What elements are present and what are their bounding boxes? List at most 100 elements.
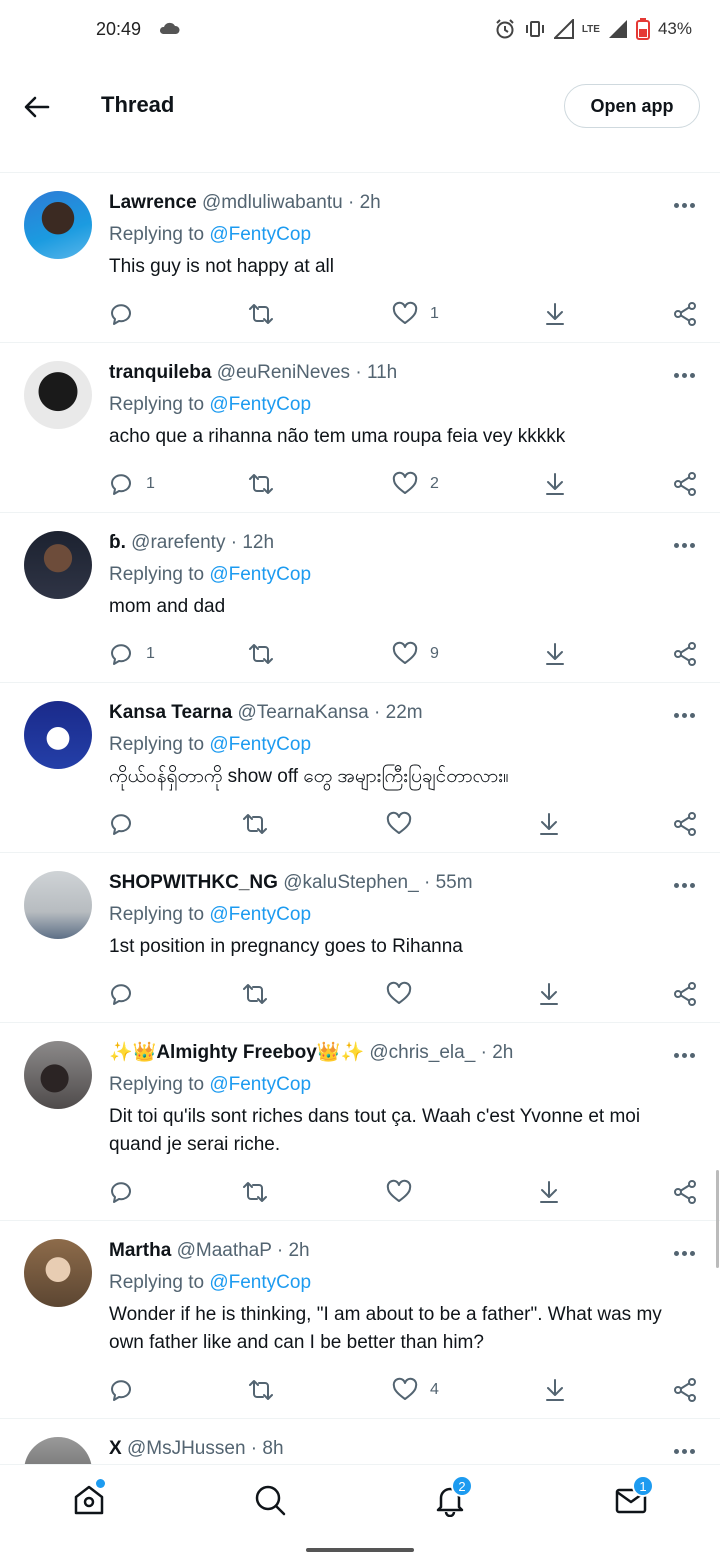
- timestamp[interactable]: 2h: [492, 1042, 513, 1063]
- avatar[interactable]: [24, 701, 92, 769]
- reply-count: 1: [146, 475, 155, 492]
- retweet-button[interactable]: [242, 809, 268, 839]
- tweet-header: Kansa Tearna @TearnaKansa · 22m: [109, 699, 696, 727]
- download-button[interactable]: [536, 979, 562, 1009]
- tweet-item[interactable]: Kansa Tearna @TearnaKansa · 22m Replying …: [0, 682, 720, 852]
- tweet-item[interactable]: ɓ. @rarefenty · 12h Replying to @FentyCop…: [0, 512, 720, 682]
- avatar[interactable]: [24, 871, 92, 939]
- share-button[interactable]: [672, 299, 698, 329]
- reply-button[interactable]: [108, 1177, 146, 1207]
- tweet-item[interactable]: SHOPWITHKC_NG @kaluStephen_ · 55m Replyin…: [0, 852, 720, 1022]
- share-button[interactable]: [672, 809, 698, 839]
- reply-button[interactable]: [108, 1375, 146, 1405]
- mention-link[interactable]: @FentyCop: [209, 394, 311, 415]
- retweet-button[interactable]: [248, 299, 274, 329]
- user-handle[interactable]: @MaathaP: [177, 1240, 272, 1261]
- more-options-icon[interactable]: [674, 1251, 696, 1257]
- download-button[interactable]: [542, 1375, 568, 1405]
- more-options-icon[interactable]: [674, 1053, 696, 1059]
- timestamp[interactable]: 55m: [436, 872, 473, 893]
- mention-link[interactable]: @FentyCop: [209, 224, 311, 245]
- share-button[interactable]: [672, 469, 698, 499]
- user-handle[interactable]: @MsJHussen: [127, 1438, 246, 1459]
- retweet-button[interactable]: [248, 639, 274, 669]
- display-name[interactable]: tranquileba: [109, 362, 211, 383]
- timestamp[interactable]: 11h: [367, 362, 397, 383]
- display-name[interactable]: Kansa Tearna: [109, 702, 232, 723]
- like-button[interactable]: [386, 979, 424, 1009]
- mention-link[interactable]: @FentyCop: [209, 1074, 311, 1095]
- user-handle[interactable]: @rarefenty: [131, 532, 225, 553]
- tweet-item[interactable]: tranquileba @euReniNeves · 11h Replying t…: [0, 342, 720, 512]
- tweet-actions: 4: [0, 1375, 720, 1405]
- share-button[interactable]: [672, 1375, 698, 1405]
- like-button[interactable]: [386, 1177, 424, 1207]
- display-name[interactable]: X: [109, 1438, 122, 1459]
- download-button[interactable]: [542, 299, 568, 329]
- timestamp[interactable]: 2h: [288, 1240, 309, 1261]
- download-button[interactable]: [542, 639, 568, 669]
- reply-button[interactable]: [108, 809, 146, 839]
- more-options-icon[interactable]: [674, 373, 696, 379]
- more-options-icon[interactable]: [674, 713, 696, 719]
- download-button[interactable]: [536, 809, 562, 839]
- avatar[interactable]: [24, 1041, 92, 1109]
- tweet-item[interactable]: Lawrence @mdluliwabantu · 2h Replying to …: [0, 172, 720, 342]
- avatar[interactable]: [24, 1239, 92, 1307]
- display-name[interactable]: Lawrence: [109, 192, 197, 213]
- nav-notifications[interactable]: 2: [433, 1475, 473, 1518]
- retweet-button[interactable]: [248, 469, 274, 499]
- open-app-button[interactable]: Open app: [564, 84, 700, 128]
- tweet-item[interactable]: ✨👑Almighty Freeboy👑✨ @chris_ela_ · 2h Rep…: [0, 1022, 720, 1220]
- gesture-bar[interactable]: [306, 1548, 414, 1552]
- timestamp[interactable]: 8h: [262, 1438, 283, 1459]
- like-button[interactable]: 2: [392, 469, 439, 499]
- more-options-icon[interactable]: [674, 1449, 696, 1455]
- reply-button[interactable]: [108, 299, 146, 329]
- download-button[interactable]: [542, 469, 568, 499]
- share-button[interactable]: [672, 979, 698, 1009]
- mention-link[interactable]: @FentyCop: [209, 1272, 311, 1293]
- avatar[interactable]: [24, 531, 92, 599]
- retweet-icon: [248, 641, 274, 667]
- mention-link[interactable]: @FentyCop: [209, 904, 311, 925]
- like-button[interactable]: 1: [392, 299, 439, 329]
- nav-search[interactable]: [253, 1483, 287, 1517]
- user-handle[interactable]: @kaluStephen_: [283, 872, 419, 893]
- reply-button[interactable]: [108, 979, 146, 1009]
- display-name[interactable]: Martha: [109, 1240, 171, 1261]
- timestamp[interactable]: 22m: [386, 702, 423, 723]
- like-button[interactable]: 9: [392, 639, 439, 669]
- share-button[interactable]: [672, 1177, 698, 1207]
- retweet-button[interactable]: [242, 1177, 268, 1207]
- retweet-button[interactable]: [248, 1375, 274, 1405]
- timestamp[interactable]: 12h: [242, 532, 274, 553]
- avatar[interactable]: [24, 361, 92, 429]
- scrollbar[interactable]: [716, 1170, 719, 1268]
- retweet-button[interactable]: [242, 979, 268, 1009]
- user-handle[interactable]: @mdluliwabantu: [202, 192, 343, 213]
- reply-button[interactable]: 1: [108, 639, 155, 669]
- download-button[interactable]: [536, 1177, 562, 1207]
- user-handle[interactable]: @chris_ela_: [369, 1042, 475, 1063]
- nav-messages[interactable]: 1: [614, 1475, 654, 1517]
- user-handle[interactable]: @TearnaKansa: [237, 702, 368, 723]
- tweet-item[interactable]: Martha @MaathaP · 2h Replying to @FentyCo…: [0, 1220, 720, 1418]
- like-button[interactable]: [386, 809, 424, 839]
- share-button[interactable]: [672, 639, 698, 669]
- like-button[interactable]: 4: [392, 1375, 439, 1405]
- user-handle[interactable]: @euReniNeves: [217, 362, 350, 383]
- display-name[interactable]: ɓ.: [109, 532, 126, 553]
- mention-link[interactable]: @FentyCop: [209, 734, 311, 755]
- more-options-icon[interactable]: [674, 543, 696, 549]
- more-options-icon[interactable]: [674, 883, 696, 889]
- back-arrow-icon[interactable]: [22, 92, 52, 122]
- display-name[interactable]: ✨👑Almighty Freeboy👑✨: [109, 1042, 364, 1063]
- more-options-icon[interactable]: [674, 203, 696, 209]
- display-name[interactable]: SHOPWITHKC_NG: [109, 872, 278, 893]
- timestamp[interactable]: 2h: [360, 192, 381, 213]
- mention-link[interactable]: @FentyCop: [209, 564, 311, 585]
- nav-home[interactable]: [72, 1479, 106, 1517]
- avatar[interactable]: [24, 191, 92, 259]
- reply-button[interactable]: 1: [108, 469, 155, 499]
